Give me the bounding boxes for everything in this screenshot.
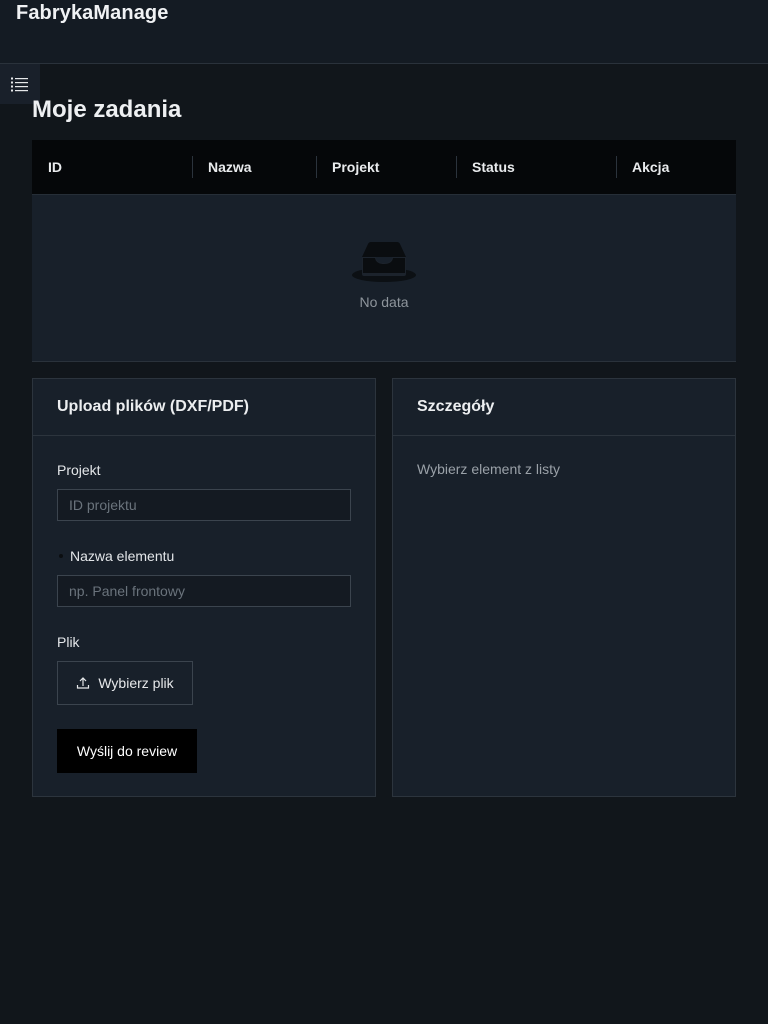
choose-file-label: Wybierz plik — [98, 675, 174, 691]
upload-card-title: Upload plików (DXF/PDF) — [33, 379, 375, 436]
project-id-input[interactable] — [57, 489, 351, 521]
submit-review-button[interactable]: Wyślij do review — [57, 729, 197, 773]
details-card: Szczegóły Wybierz element z listy — [392, 378, 736, 797]
menu-list-icon — [11, 77, 28, 92]
column-header-akcja: Akcja — [616, 140, 736, 194]
required-marker — [59, 554, 63, 558]
details-card-title: Szczegóły — [393, 379, 735, 436]
details-hint-text: Wybierz element z listy — [417, 461, 561, 477]
project-label: Projekt — [57, 462, 101, 478]
column-header-projekt: Projekt — [316, 140, 456, 194]
column-header-nazwa: Nazwa — [192, 140, 316, 194]
tasks-table: ID Nazwa Projekt Status Akcja No data — [32, 140, 736, 362]
table-header: ID Nazwa Projekt Status Akcja — [32, 140, 736, 195]
empty-text: No data — [359, 294, 409, 310]
element-name-label-text: Nazwa elementu — [70, 548, 175, 564]
column-header-id: ID — [48, 159, 62, 175]
page-title: Moje zadania — [32, 96, 182, 123]
app-brand[interactable]: FabrykaManage — [16, 2, 168, 25]
element-name-label: Nazwa elementu — [57, 548, 174, 564]
upload-icon — [77, 677, 90, 689]
column-header-status: Status — [456, 140, 616, 194]
table-empty-state: No data — [32, 195, 736, 362]
empty-inbox-icon — [352, 242, 416, 282]
upload-card: Upload plików (DXF/PDF) Projekt Nazwa el… — [32, 378, 376, 797]
file-label: Plik — [57, 634, 80, 650]
element-name-input[interactable] — [57, 575, 351, 607]
choose-file-button[interactable]: Wybierz plik — [57, 661, 193, 705]
app-header: FabrykaManage — [0, 0, 768, 64]
